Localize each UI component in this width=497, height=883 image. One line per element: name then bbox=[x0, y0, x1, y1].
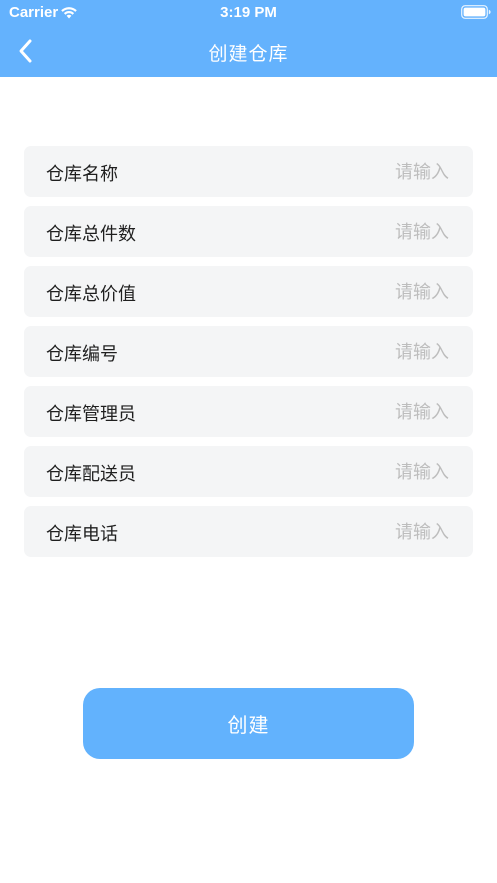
phone-input[interactable] bbox=[269, 516, 449, 548]
total-value-input[interactable] bbox=[269, 276, 449, 308]
total-count-input[interactable] bbox=[269, 216, 449, 248]
app-header: Carrier 3:19 PM 创建仓库 bbox=[0, 0, 497, 77]
warehouse-form: 仓库名称 仓库总件数 仓库总价值 仓库编号 仓库管理员 仓库配送员 仓库电话 bbox=[24, 146, 473, 566]
field-label: 仓库总件数 bbox=[46, 224, 136, 245]
field-label: 仓库总价值 bbox=[46, 284, 136, 305]
form-row-total-value: 仓库总价值 bbox=[24, 266, 473, 317]
field-label: 仓库配送员 bbox=[46, 464, 136, 485]
courier-input[interactable] bbox=[269, 456, 449, 488]
status-bar: Carrier 3:19 PM bbox=[0, 0, 497, 26]
form-row-warehouse-number: 仓库编号 bbox=[24, 326, 473, 377]
status-time: 3:19 PM bbox=[220, 4, 277, 21]
battery-icon bbox=[461, 5, 491, 19]
form-row-warehouse-name: 仓库名称 bbox=[24, 146, 473, 197]
form-row-courier: 仓库配送员 bbox=[24, 446, 473, 497]
form-row-manager: 仓库管理员 bbox=[24, 386, 473, 437]
field-label: 仓库名称 bbox=[46, 164, 118, 185]
field-label: 仓库管理员 bbox=[46, 404, 136, 425]
form-row-total-count: 仓库总件数 bbox=[24, 206, 473, 257]
form-row-phone: 仓库电话 bbox=[24, 506, 473, 557]
field-label: 仓库编号 bbox=[46, 344, 118, 365]
warehouse-name-input[interactable] bbox=[269, 156, 449, 188]
nav-bar: 创建仓库 bbox=[0, 26, 497, 77]
warehouse-number-input[interactable] bbox=[269, 336, 449, 368]
page-title: 创建仓库 bbox=[208, 43, 289, 65]
field-label: 仓库电话 bbox=[46, 524, 118, 545]
manager-input[interactable] bbox=[269, 396, 449, 428]
create-button[interactable]: 创建 bbox=[83, 688, 414, 759]
